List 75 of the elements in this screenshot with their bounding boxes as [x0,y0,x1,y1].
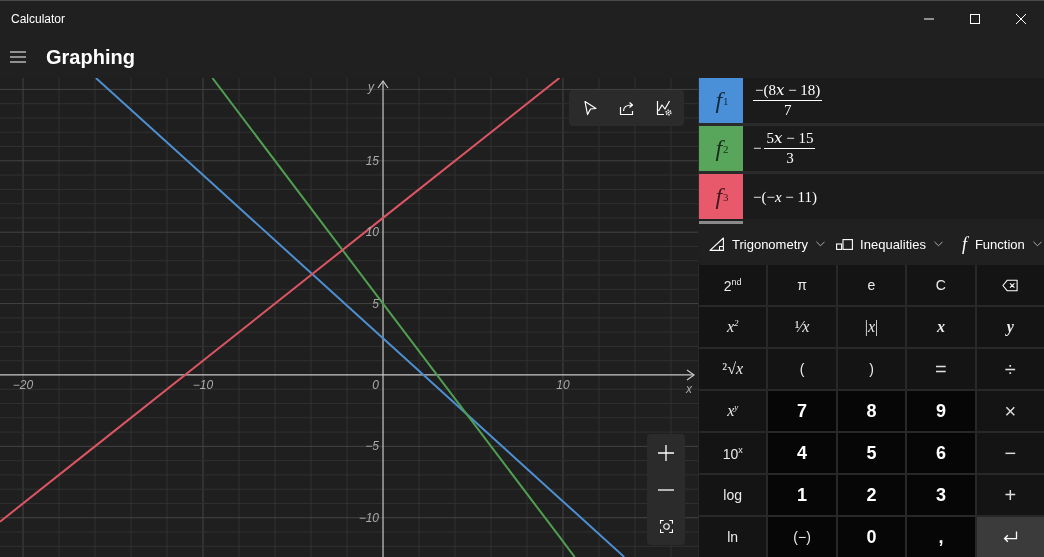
squares-icon [836,238,854,250]
caret-icon [933,241,943,247]
backspace-key[interactable] [976,265,1044,305]
digit-key[interactable]: 3 [907,475,975,515]
function-key[interactable]: |x| [837,307,906,347]
share-icon [618,100,635,116]
function-tile-edge [699,221,743,224]
window-title: Calculator [11,11,66,26]
enter-icon [1002,530,1019,544]
digit-key[interactable]: 2 [837,475,906,515]
maximize-icon [970,13,980,24]
operator-key[interactable]: = [907,349,975,389]
function-key[interactable]: e [837,265,906,305]
close-icon [1016,13,1026,24]
axis-label: y [368,80,374,94]
minus-icon [658,488,674,491]
expression-field[interactable]: −(−x − 11) [743,174,1044,219]
operator-key[interactable]: × [976,391,1044,431]
function-key[interactable]: log [699,475,767,515]
dropdown-button[interactable]: Trigonometry [698,225,826,263]
plus-icon [658,444,674,461]
function-key[interactable]: ²√x [699,349,767,389]
axis-tick-label: −10 [358,510,379,525]
operator-key[interactable]: ÷ [976,349,1044,389]
fraction-denominator: 3 [786,149,794,167]
function-key[interactable]: π [768,265,836,305]
digit-key[interactable]: 6 [907,433,975,473]
function-key[interactable]: x$^{y}$ [699,391,767,431]
caret-icon [1032,241,1042,247]
axis-tick-label: 10 [365,225,379,240]
axis-tick-label: 5 [372,296,379,311]
digit-key[interactable]: 4 [768,433,836,473]
operator-key[interactable]: + [976,475,1044,515]
function-key[interactable]: C [907,265,975,305]
variable-key[interactable]: y [976,307,1044,347]
menu-icon [10,51,26,63]
axis-tick-label: −20 [12,377,34,392]
function-key[interactable]: 10$^{x}$ [699,433,767,473]
negate-key[interactable]: (−) [768,517,836,557]
digit-key[interactable]: , [907,517,975,557]
chart-settings-icon [655,100,672,116]
fraction-denominator: 7 [783,101,792,119]
function-key[interactable]: ) [837,349,906,389]
function-key[interactable]: 2$^{nd}$ [699,265,767,305]
mode-title: Graphing [46,45,135,69]
digit-key[interactable]: 5 [837,433,906,473]
axis-tick-label: 15 [365,153,379,168]
focus-icon [659,520,673,533]
operator-key[interactable]: − [976,433,1044,473]
function-key[interactable]: ¹⁄x [768,307,836,347]
function-key[interactable]: ln [699,517,767,557]
expression-text: −(−x − 11) [753,187,817,206]
digit-key[interactable]: 8 [837,391,906,431]
dropdown-button[interactable]: Inequalities [825,225,943,263]
axis-tick-label: 10 [556,377,570,392]
function-key[interactable]: x$^{2}$ [699,307,767,347]
minus-sign: − [753,140,762,157]
expression-field[interactable]: −(8𝑥 − 18) 7 [743,78,1044,123]
origin-label: 0 [372,377,379,392]
variable-key[interactable]: x [907,307,975,347]
digit-key[interactable]: 7 [768,391,836,431]
axis-tick-label: −5 [365,439,379,454]
dropdown-button[interactable]: f Function [942,225,1042,263]
digit-key[interactable]: 1 [768,475,836,515]
fraction-numerator: −(8𝑥 − 18) [753,82,823,101]
triangle-icon [709,237,725,251]
backspace-icon [1002,278,1019,292]
digit-key[interactable]: 9 [907,391,975,431]
axis-tick-label: −10 [192,377,214,392]
function-key[interactable]: ( [768,349,836,389]
fraction-numerator: 5𝑥 − 15 [764,130,816,149]
caret-icon [816,241,826,247]
cursor-icon [581,100,598,116]
axis-label: x [686,381,692,396]
digit-key[interactable]: 0 [837,517,906,557]
